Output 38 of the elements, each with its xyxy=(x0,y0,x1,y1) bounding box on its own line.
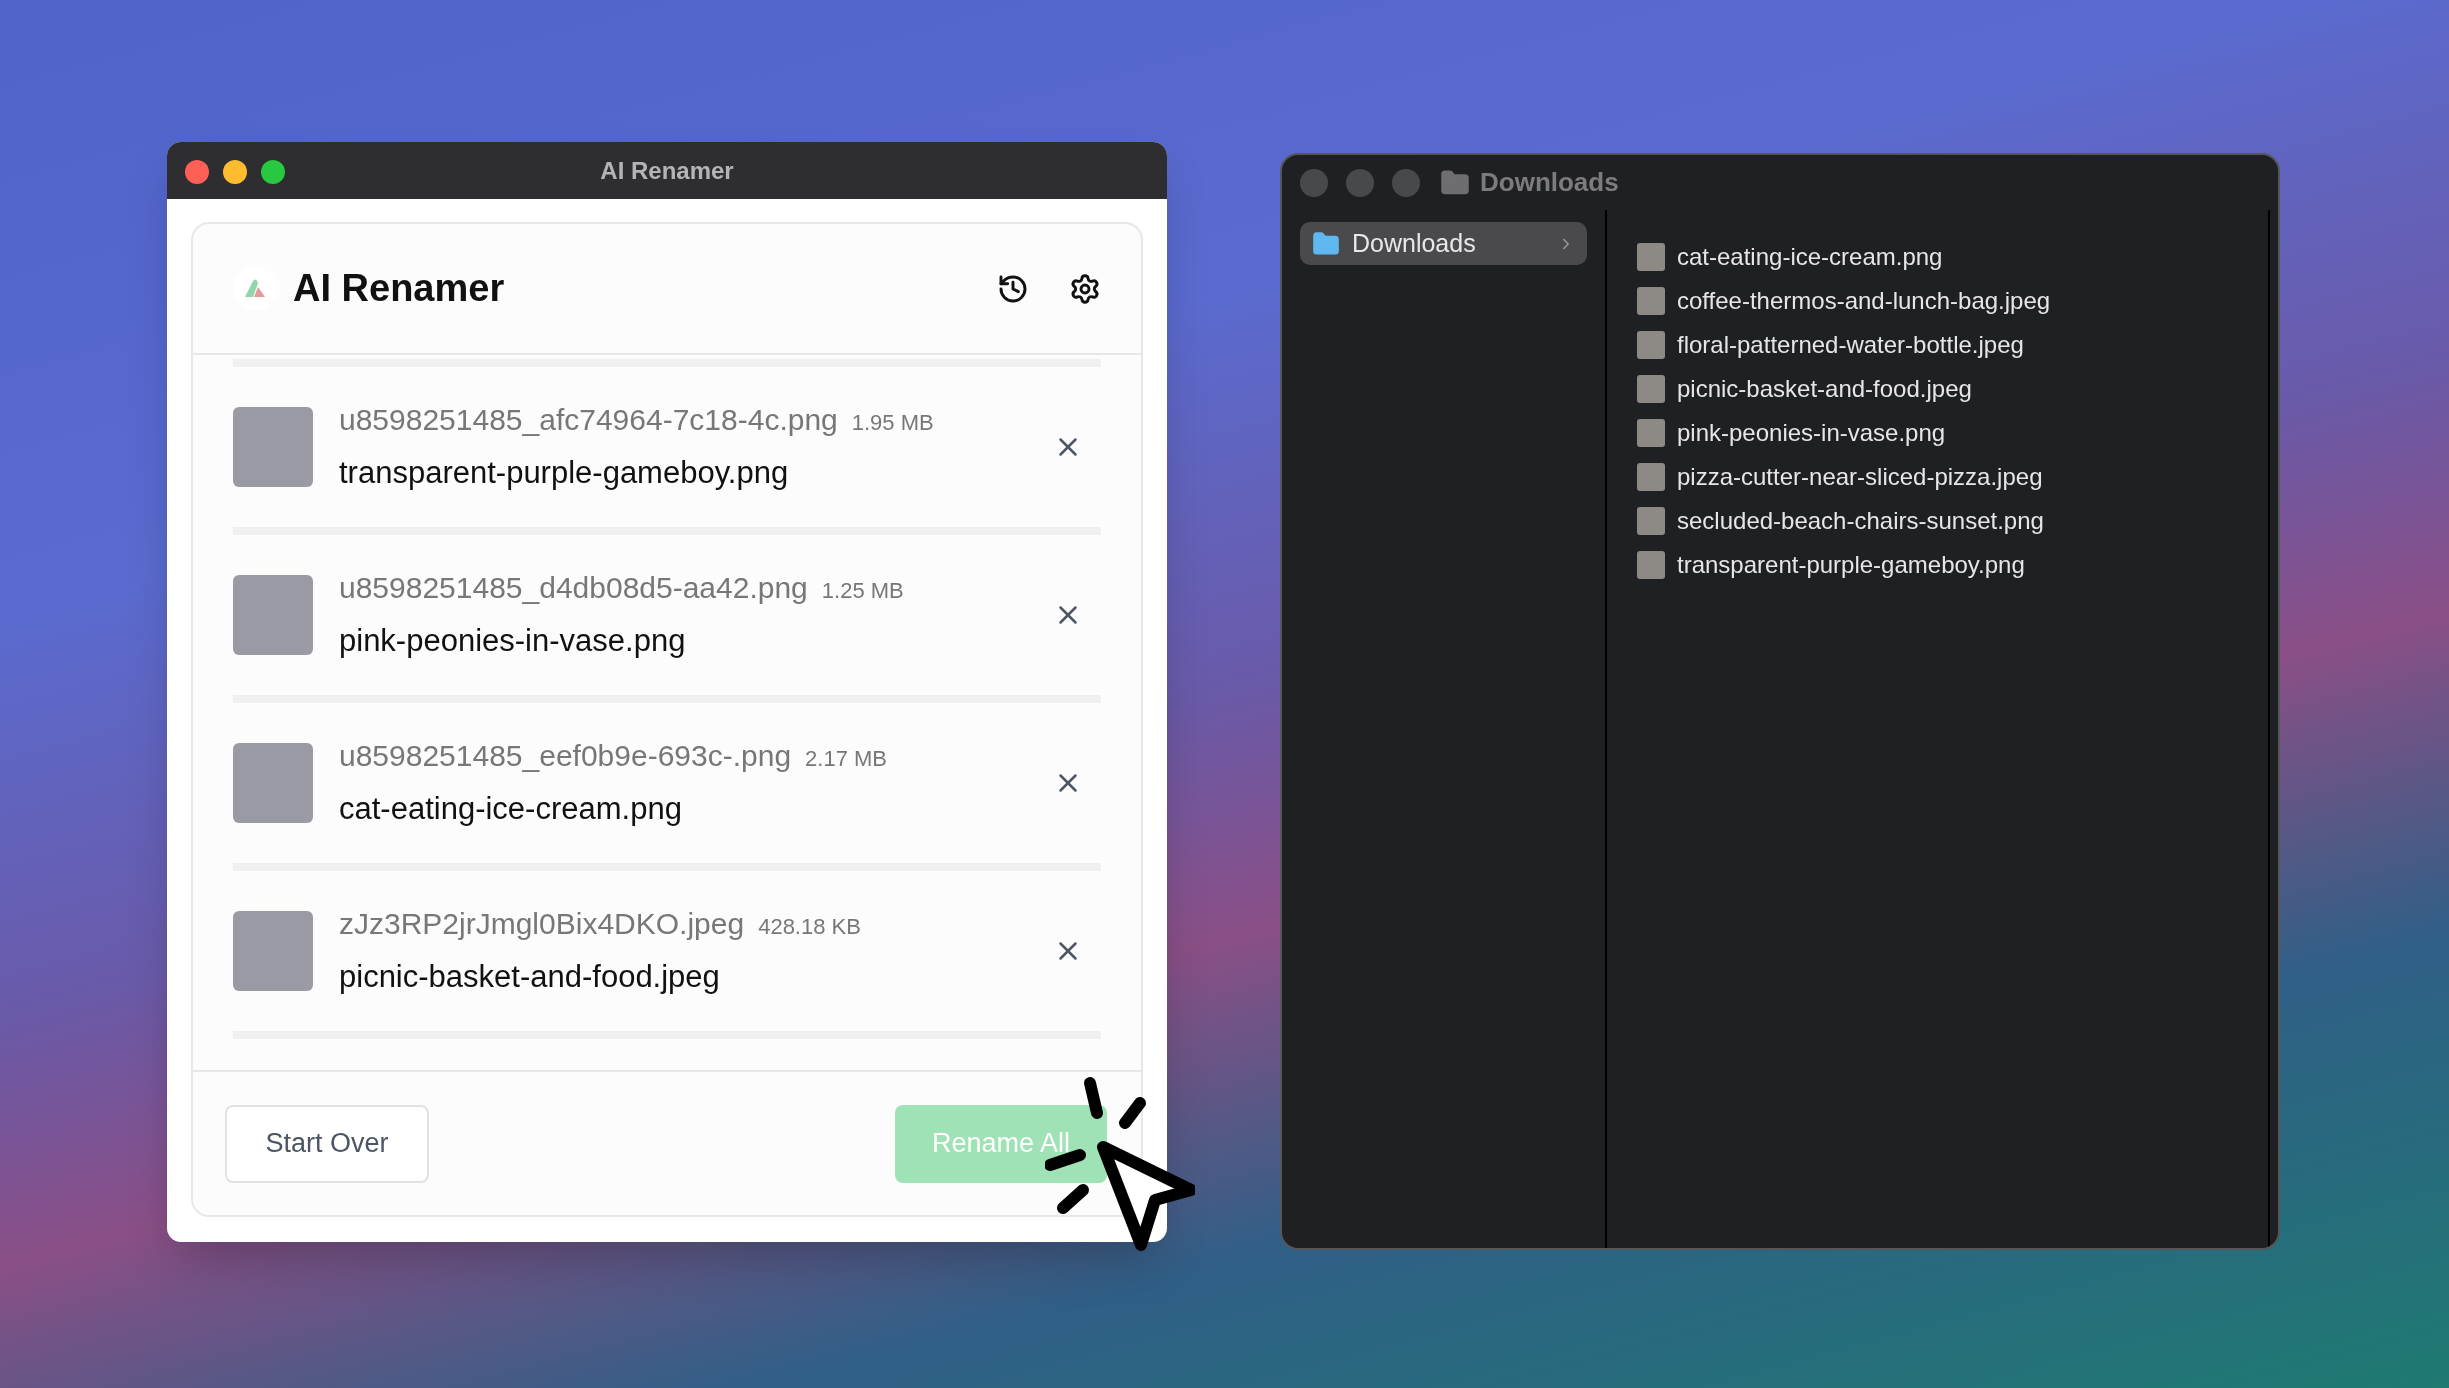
new-filename: picnic-basket-and-food.jpeg xyxy=(339,958,721,997)
start-over-button[interactable]: Start Over xyxy=(225,1104,429,1183)
new-filename: pink-peonies-in-vase.png xyxy=(339,622,687,661)
file-name: coffee-thermos-and-lunch-bag.jpeg xyxy=(1677,286,2051,316)
file-name: pizza-cutter-near-sliced-pizza.jpeg xyxy=(1677,462,2043,492)
file-size: 2.17 MB xyxy=(805,745,888,774)
app-title: AI Renamer xyxy=(293,266,505,311)
file-thumbnail xyxy=(1637,375,1665,403)
file-thumbnail xyxy=(1637,551,1665,579)
window-title: Downloads xyxy=(1480,166,1619,199)
original-filename: zJz3RP2jrJmgl0Bix4DKO.jpeg xyxy=(339,906,745,943)
folder-icon xyxy=(1312,229,1340,258)
original-filename: u8598251485_d4db08d5-aa42.png xyxy=(339,570,808,607)
original-filename: u8598251485_afc74964-7c18-4c.png xyxy=(339,402,838,439)
file-thumbnail xyxy=(1637,419,1665,447)
file-thumbnail xyxy=(1637,331,1665,359)
file-thumbnail xyxy=(1637,463,1665,491)
file-name: cat-eating-ice-cream.png xyxy=(1677,242,1943,272)
file-name: picnic-basket-and-food.jpeg xyxy=(1677,374,1972,404)
zoom-window-button[interactable] xyxy=(261,160,285,184)
file-thumbnail xyxy=(1637,243,1665,271)
window-title: AI Renamer xyxy=(600,155,734,186)
file-name: secluded-beach-chairs-sunset.png xyxy=(1677,506,2044,536)
new-filename: transparent-purple-gameboy.png xyxy=(339,454,790,493)
new-filename: cat-eating-ice-cream.png xyxy=(339,790,683,829)
file-size: 1.25 MB xyxy=(821,577,904,606)
file-size: 1.95 MB xyxy=(851,409,934,438)
close-window-button[interactable] xyxy=(185,160,209,184)
file-name: pink-peonies-in-vase.png xyxy=(1677,418,1946,448)
settings-icon[interactable] xyxy=(1069,272,1101,305)
original-filename: u8598251485_eef0b9e-693c-.png xyxy=(339,738,792,775)
file-thumbnail xyxy=(1637,507,1665,535)
minimize-window-button[interactable] xyxy=(223,160,247,184)
file-name: floral-patterned-water-bottle.jpeg xyxy=(1677,330,2024,360)
file-thumbnail xyxy=(1637,287,1665,315)
file-name: transparent-purple-gameboy.png xyxy=(1677,550,2025,580)
file-size: 428.18 KB xyxy=(758,913,861,942)
sidebar-item[interactable]: Downloads xyxy=(1300,222,1587,265)
